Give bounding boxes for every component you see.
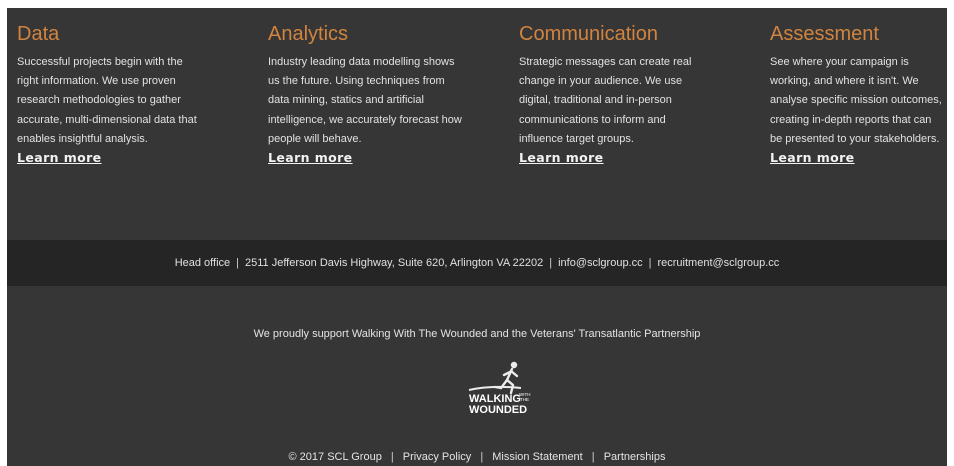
- footer: Data Successful projects begin with the …: [7, 8, 947, 466]
- separator: |: [390, 451, 394, 463]
- column-analytics: Analytics Industry leading data modellin…: [268, 22, 468, 167]
- learn-more-link-communication[interactable]: Learn more: [519, 150, 604, 165]
- column-text-analytics: Industry leading data modelling shows us…: [268, 56, 462, 145]
- support-statement: We proudly support Walking With The Woun…: [253, 328, 701, 340]
- logo-wounded-text: WOUNDED: [469, 404, 527, 416]
- column-communication: Communication Strategic messages can cre…: [519, 22, 719, 167]
- column-data: Data Successful projects begin with the …: [17, 22, 217, 167]
- separator: |: [480, 451, 484, 463]
- learn-more-link-data[interactable]: Learn more: [17, 150, 102, 165]
- head-office-label: Head office: [174, 257, 231, 269]
- learn-more-link-analytics[interactable]: Learn more: [268, 150, 353, 165]
- mission-statement-link[interactable]: Mission Statement: [492, 451, 582, 463]
- recruitment-email-link[interactable]: recruitment@sclgroup.cc: [657, 257, 779, 269]
- partnerships-link[interactable]: Partnerships: [604, 451, 666, 463]
- walking-with-the-wounded-logo[interactable]: WALKING WITH THE WOUNDED: [451, 360, 547, 422]
- legal-links: © 2017 SCL Group | Privacy Policy | Miss…: [7, 451, 947, 463]
- separator: |: [591, 451, 595, 463]
- separator: |: [549, 257, 553, 269]
- office-address: 2511 Jefferson Davis Highway, Suite 620,…: [245, 257, 544, 269]
- logo-the-text: THE: [520, 397, 529, 402]
- walking-wounded-logo-icon: WALKING WITH THE WOUNDED: [468, 361, 531, 416]
- contact-bar: Head office | 2511 Jefferson Davis Highw…: [7, 240, 947, 286]
- column-title-communication: Communication: [519, 23, 658, 45]
- column-title-assessment: Assessment: [770, 23, 879, 45]
- privacy-policy-link[interactable]: Privacy Policy: [403, 451, 471, 463]
- column-title-data: Data: [17, 23, 60, 45]
- copyright-text: © 2017 SCL Group: [288, 451, 382, 463]
- column-text-communication: Strategic messages can create real chang…: [519, 56, 692, 145]
- column-text-assessment: See where your campaign is working, and …: [770, 56, 942, 145]
- separator: |: [236, 257, 239, 269]
- service-columns: Data Successful projects begin with the …: [7, 8, 947, 240]
- column-text-data: Successful projects begin with the right…: [17, 56, 197, 145]
- info-email-link[interactable]: info@sclgroup.cc: [558, 257, 643, 269]
- column-title-analytics: Analytics: [268, 23, 349, 45]
- separator: |: [648, 257, 652, 269]
- learn-more-link-assessment[interactable]: Learn more: [770, 150, 855, 165]
- column-assessment: Assessment See where your campaign is wo…: [770, 22, 947, 167]
